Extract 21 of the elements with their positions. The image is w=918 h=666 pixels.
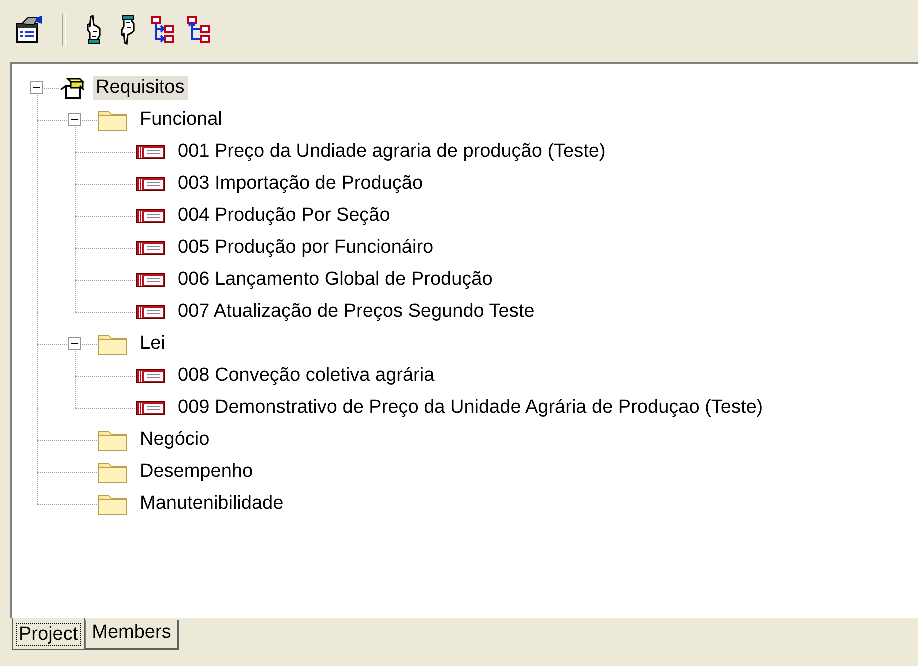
tree-item[interactable]: 008 Conveção coletiva agrária — [175, 364, 438, 388]
expander-icon[interactable] — [30, 81, 43, 94]
tree-item[interactable]: 001 Preço da Undiade agraria de produção (Teste) — [175, 140, 609, 164]
tab[interactable]: Project — [12, 618, 86, 650]
tree-item[interactable]: 004 Produção Por Seção — [175, 204, 394, 228]
tree-item[interactable]: Manutenibilidade — [137, 492, 287, 516]
tree-item[interactable]: 007 Atualização de Preços Segundo Teste — [175, 300, 538, 324]
expander-icon[interactable] — [68, 113, 81, 126]
tree-item[interactable]: Funcional — [137, 108, 226, 132]
tree-item[interactable]: Desempenho — [137, 460, 256, 484]
tree-item[interactable]: 009 Demonstrativo de Preço da Unidade Agrária de Produçao (Teste) — [175, 396, 766, 420]
tab[interactable]: Members — [85, 620, 180, 650]
hierarchy-icon[interactable] — [150, 15, 176, 45]
tree-item[interactable]: Requisitos — [93, 76, 188, 100]
hierarchy-icon[interactable] — [186, 15, 212, 45]
tree-item[interactable]: 003 Importação de Produção — [175, 172, 426, 196]
expander-icon[interactable] — [68, 337, 81, 350]
tree-item[interactable]: Lei — [137, 332, 168, 356]
tree-item[interactable]: 006 Lançamento Global de Produção — [175, 268, 496, 292]
tree-item[interactable]: Negócio — [137, 428, 213, 452]
tree-item[interactable]: 005 Produção por Funcionáiro — [175, 236, 437, 260]
